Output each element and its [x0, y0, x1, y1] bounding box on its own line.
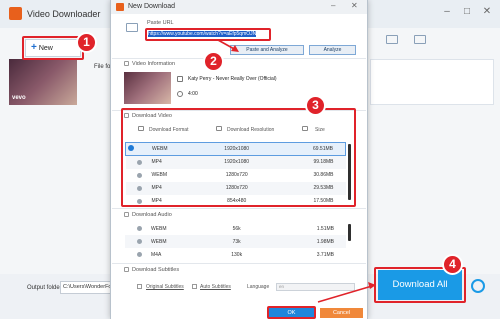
audio-size: 1.98MB	[277, 235, 346, 248]
clock-icon	[177, 91, 183, 97]
divider	[112, 263, 366, 264]
auto-subtitles-checkbox[interactable]	[192, 284, 197, 289]
music-icon	[177, 76, 183, 82]
download-audio-text: Download Audio	[132, 212, 172, 218]
app-logo-icon	[9, 7, 22, 20]
language-value: en	[279, 284, 285, 289]
minimize-icon[interactable]: –	[440, 5, 454, 19]
close-icon[interactable]: ✕	[480, 5, 494, 19]
audio-scrollbar[interactable]	[348, 224, 351, 241]
maximize-icon[interactable]: □	[460, 5, 474, 19]
window-controls: – □ ✕	[440, 5, 494, 19]
language-select[interactable]: en	[276, 283, 355, 291]
cancel-button[interactable]: Cancel	[320, 308, 363, 318]
audio-section-icon	[124, 212, 129, 217]
video-info-label: Video Information	[124, 61, 175, 67]
main-title: Video Downloader	[27, 9, 101, 19]
auto-subtitles-label[interactable]: Auto Subtitles	[200, 284, 231, 290]
subtitle-section-icon	[124, 267, 129, 272]
link-icon	[126, 23, 138, 32]
video-title: Katy Perry - Never Really Over (Official…	[188, 76, 277, 82]
audio-format: WEBM	[125, 235, 196, 248]
dialog-close-icon[interactable]: ✕	[351, 1, 358, 10]
divider	[112, 58, 366, 59]
download-subtitles-label: Download Subtitles	[124, 267, 179, 273]
screen-icon[interactable]	[386, 35, 398, 44]
dialog-logo-icon	[116, 3, 124, 11]
audio-option-row[interactable]: M4A 130k 3.71MB	[125, 248, 346, 261]
download-subtitles-text: Download Subtitles	[132, 267, 180, 273]
paste-url-label: Paste URL	[147, 20, 174, 26]
step-badge-4: 4	[442, 254, 463, 275]
audio-format: WEBM	[151, 225, 167, 232]
audio-options-table: WEBM 56k 1.51MB WEBM 73k 1.98MB M4A 130k…	[125, 222, 346, 261]
vevo-logo: vevo	[12, 95, 26, 101]
dialog-title: New Download	[128, 3, 176, 10]
dialog-minimize-icon[interactable]: –	[331, 1, 335, 10]
task-side-panel	[370, 59, 494, 105]
annotation-frame-ok	[267, 306, 316, 319]
step-badge-1: 1	[76, 32, 97, 53]
dialog-title-bar: New Download – ✕	[111, 0, 367, 14]
audio-option-row[interactable]: WEBM 73k 1.98MB	[125, 235, 346, 248]
annotation-frame-1	[22, 36, 84, 60]
video-duration: 4:00	[188, 91, 198, 97]
annotation-frame-3	[121, 108, 356, 207]
audio-format: M4A	[151, 251, 162, 258]
alarm-clock-icon[interactable]	[471, 279, 485, 293]
audio-option-row[interactable]: WEBM 56k 1.51MB	[125, 222, 346, 235]
audio-size: 3.71MB	[316, 251, 334, 258]
output-folder-input[interactable]: C:\Users\WonderFox\De	[60, 281, 112, 294]
output-folder-label: Output folder:	[27, 285, 64, 291]
audio-radio[interactable]	[137, 226, 142, 231]
language-label: Language	[247, 284, 270, 290]
audio-bitrate: 56k	[232, 225, 241, 232]
audio-radio[interactable]	[137, 252, 142, 257]
dialog-video-thumbnail	[124, 72, 171, 104]
info-icon	[124, 61, 129, 66]
analyze-button[interactable]: Analyze	[309, 45, 356, 55]
download-audio-label: Download Audio	[124, 212, 172, 218]
folder-icon[interactable]	[414, 35, 426, 44]
video-info-text: Video Information	[132, 61, 176, 67]
audio-radio[interactable]	[137, 239, 142, 244]
file-format-label: File fo	[94, 64, 111, 70]
paste-and-analyze-button[interactable]: Paste and Analyze	[230, 45, 304, 55]
audio-bitrate: 130k	[231, 251, 243, 258]
step-badge-3: 3	[305, 95, 326, 116]
original-subtitles-label[interactable]: Original Subtitles	[146, 284, 184, 290]
step-badge-2: 2	[203, 51, 224, 72]
audio-size: 1.51MB	[316, 225, 334, 232]
audio-bitrate: 73k	[195, 235, 278, 248]
divider	[112, 208, 366, 209]
annotation-frame-2	[145, 28, 271, 41]
original-subtitles-checkbox[interactable]	[137, 284, 142, 289]
